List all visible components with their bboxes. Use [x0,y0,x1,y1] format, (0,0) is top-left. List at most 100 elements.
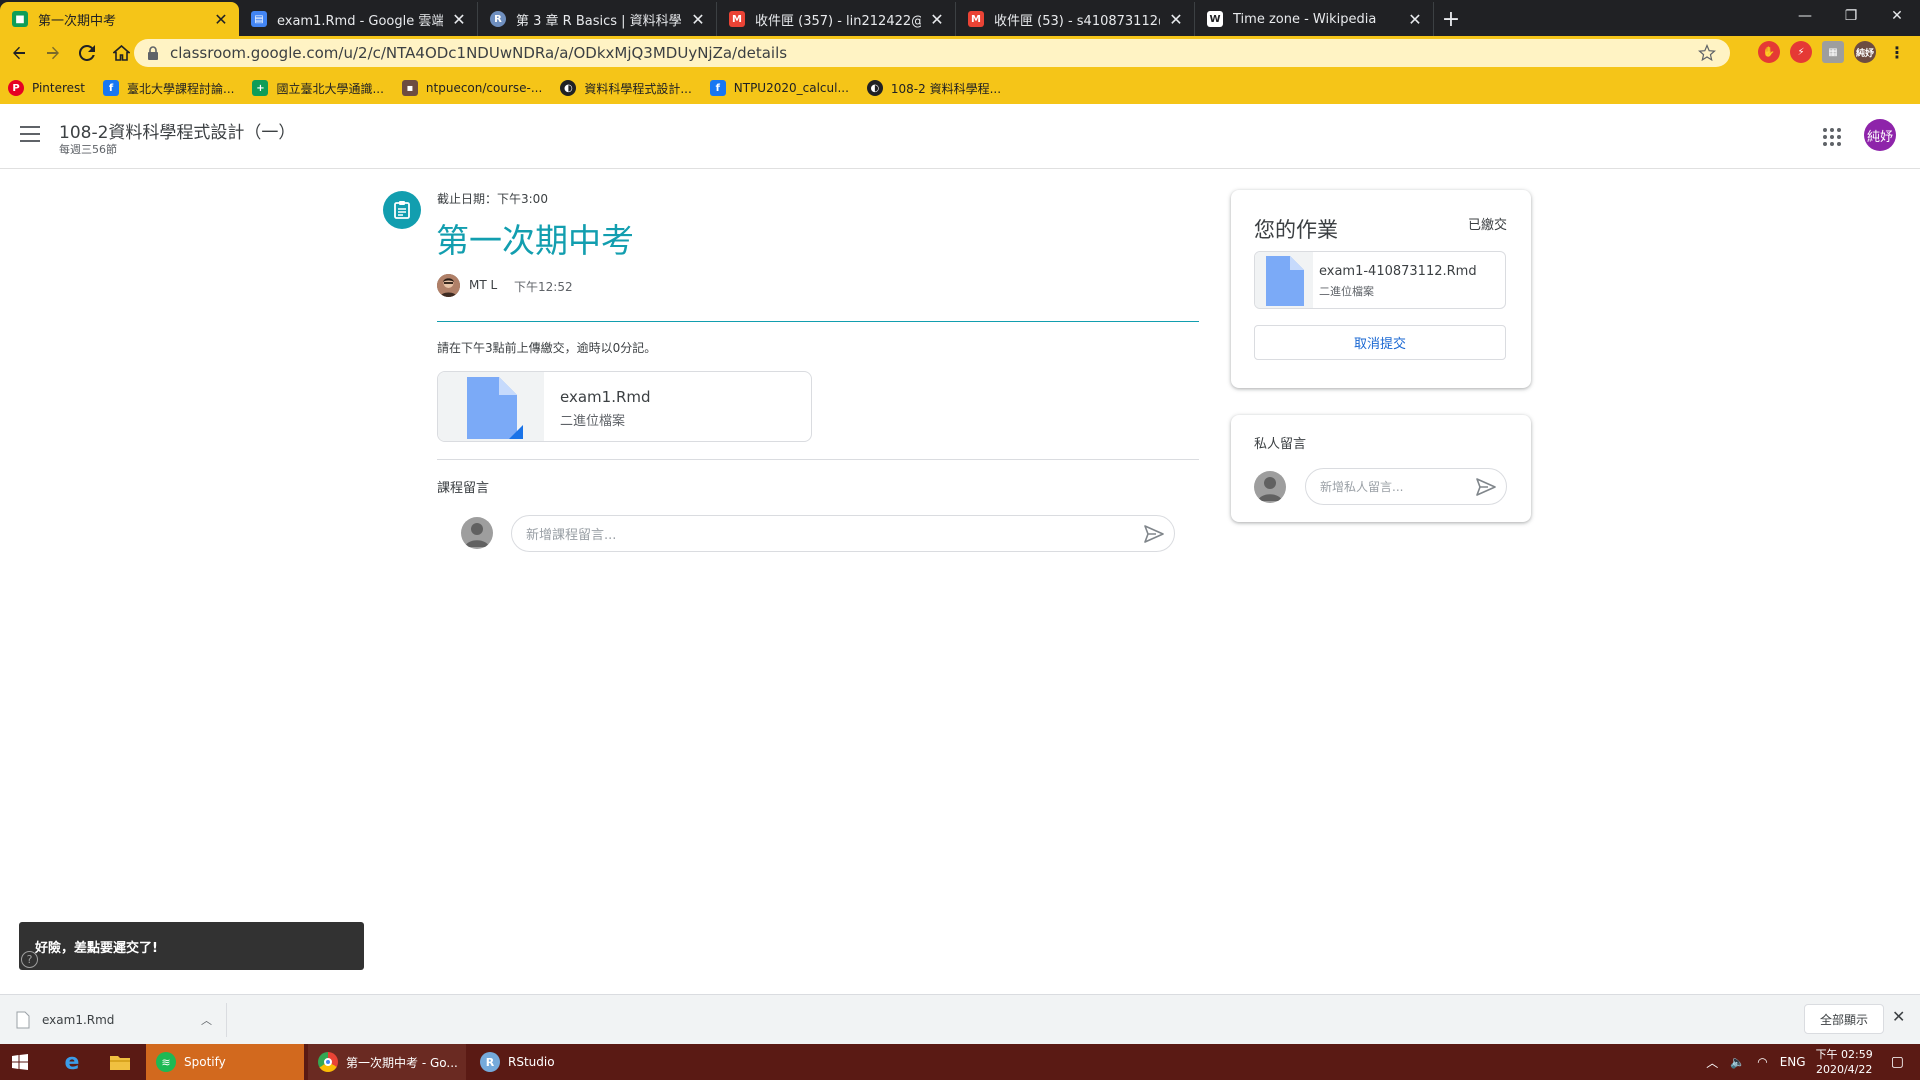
back-button[interactable] [4,38,34,68]
tab-wikipedia[interactable]: W Time zone - Wikipedia ✕ [1195,2,1434,36]
taskbar-app-spotify[interactable]: ≋ Spotify [146,1044,304,1080]
bookmark-ntpu-general[interactable]: + 國立臺北大學通識... [252,80,384,97]
file-icon [438,372,544,441]
close-tab-icon[interactable]: ✕ [213,10,229,29]
your-work-title: 您的作業 [1254,218,1338,242]
send-icon[interactable] [1476,478,1496,496]
tab-rbasics[interactable]: R 第 3 章 R Basics | 資料科學程式設計 ✕ [478,2,717,36]
taskbar-app-chrome[interactable]: 第一次期中考 - Go... [308,1044,466,1080]
new-tab-button[interactable]: + [1434,2,1468,36]
docs-icon: ▤ [251,11,267,27]
close-tab-icon[interactable]: ✕ [929,10,945,29]
wikipedia-icon: W [1207,11,1223,27]
close-tab-icon[interactable]: ✕ [451,10,467,29]
bookmark-108-2[interactable]: ◐ 108-2 資料科學程... [866,80,1001,97]
chevron-up-icon[interactable]: ︿ [1706,1054,1718,1071]
private-comment-input[interactable]: 新增私人留言... [1305,468,1507,505]
close-tab-icon[interactable]: ✕ [1407,10,1423,29]
pinterest-icon: P [8,80,24,96]
bookmark-calculus[interactable]: f NTPU2020_calcul... [709,80,849,96]
r-icon: R [490,11,506,27]
windows-taskbar: e ≋ Spotify 第一次期中考 - Go... R RStudio ︿ 🔈… [0,1044,1920,1080]
attachment-card[interactable]: exam1.Rmd 二進位檔案 [437,371,812,442]
menu-icon[interactable] [20,126,40,142]
tab-title: 收件匣 (357) - lin212422@gmail.com [755,13,921,29]
tab-title: Time zone - Wikipedia [1233,11,1377,27]
extensions: ✋ ⚡ ▦ 純妤 ⋮ [1758,41,1908,63]
download-item[interactable]: exam1.Rmd ︿ [16,1007,212,1033]
spotify-icon: ≋ [156,1052,176,1072]
file-explorer-icon[interactable] [100,1044,140,1080]
submitted-file-type: 二進位檔案 [1319,285,1374,298]
url-text: classroom.google.com/u/2/c/NTA4ODc1NDUwN… [170,44,788,62]
due-date: 截止日期：下午3:00 [437,192,548,206]
notification-icon[interactable]: ▢ [1891,1054,1904,1070]
lightning-extension-icon[interactable]: ⚡ [1790,41,1812,63]
attachment-name: exam1.Rmd [560,388,651,406]
home-button[interactable] [106,38,136,68]
download-file-name: exam1.Rmd [42,1013,115,1027]
reload-button[interactable] [72,38,102,68]
course-subtitle: 每週三56節 [59,143,117,156]
github-icon: ▪ [401,80,418,96]
bookmark-star-icon[interactable] [1698,44,1716,62]
tab-gmail-1[interactable]: M 收件匣 (357) - lin212422@gmail.com ✕ [717,2,956,36]
clock[interactable]: 下午 02:59 2020/4/22 [1816,1047,1873,1077]
tab-title: 收件匣 (53) - s410873112@gm.ntpu.edu.tw [994,13,1160,29]
browser-menu-icon[interactable]: ⋮ [1886,41,1908,63]
google-apps-icon[interactable] [1823,128,1841,146]
help-icon[interactable]: ? [21,951,38,968]
unsubmit-button[interactable]: 取消提交 [1254,325,1506,360]
nav-row: classroom.google.com/u/2/c/NTA4ODc1NDUwN… [0,36,1920,70]
submitted-file-name: exam1-410873112.Rmd [1319,264,1477,279]
restore-button[interactable]: ❐ [1828,0,1874,32]
divider [437,459,1199,460]
facebook-icon: f [103,80,120,96]
tab-gmail-2[interactable]: M 收件匣 (53) - s410873112@gm.ntpu.edu.tw ✕ [956,2,1195,36]
language-indicator[interactable]: ENG [1780,1055,1806,1069]
course-title[interactable]: 108-2資料科學程式設計（一） [59,118,295,143]
minimize-button[interactable]: — [1782,0,1828,32]
close-icon[interactable]: ✕ [1892,1007,1905,1026]
attachment-type: 二進位檔案 [560,414,626,429]
bookmark-ntpu-forum[interactable]: f 臺北大學課程討論... [103,80,234,97]
adblock-extension-icon[interactable]: ✋ [1758,41,1780,63]
account-avatar[interactable]: 純妤 [1864,119,1896,151]
assignment-icon [383,191,421,229]
system-tray: ︿ 🔈 ◠ ENG 下午 02:59 2020/4/22 ▢ [1706,1044,1920,1080]
bookmark-data-science[interactable]: ◐ 資料科學程式設計... [560,80,692,97]
snackbar: 好險，差點要遲交了! [19,922,364,970]
clock-date: 2020/4/22 [1815,1063,1873,1076]
tab-drive[interactable]: ▤ exam1.Rmd - Google 雲端硬碟 ✕ [239,2,478,36]
wifi-icon[interactable]: ◠ [1757,1055,1767,1069]
bookmark-pinterest[interactable]: P Pinterest [8,80,85,96]
chevron-up-icon[interactable]: ︿ [201,1012,212,1028]
class-comment-placeholder: 新增課程留言... [526,528,617,543]
show-all-button[interactable]: 全部顯示 [1804,1004,1884,1034]
tab-title: 第 3 章 R Basics | 資料科學程式設計 [516,13,682,29]
edge-icon[interactable]: e [52,1044,92,1080]
chrome-icon [318,1052,338,1072]
teacher-name: MT L [469,278,498,292]
divider [226,1003,227,1037]
profile-avatar[interactable]: 純妤 [1854,41,1876,63]
clock-time: 下午 02:59 [1815,1048,1873,1061]
class-comment-input[interactable]: 新增課程留言... [511,515,1175,552]
taskbar-app-label: RStudio [508,1055,555,1069]
posted-time: 下午12:52 [514,280,573,294]
windows-start-icon[interactable] [0,1044,40,1080]
address-bar[interactable]: classroom.google.com/u/2/c/NTA4ODc1NDUwN… [134,39,1730,67]
close-tab-icon[interactable]: ✕ [690,10,706,29]
forward-button[interactable] [38,38,68,68]
volume-icon[interactable]: 🔈 [1730,1055,1745,1069]
close-tab-icon[interactable]: ✕ [1168,10,1184,29]
translate-extension-icon[interactable]: ▦ [1822,41,1844,63]
tab-classroom[interactable]: ■ 第一次期中考 ✕ [0,2,239,36]
bookmark-ntpuecon[interactable]: ▪ ntpuecon/course-... [401,80,542,96]
taskbar-app-rstudio[interactable]: R RStudio [470,1044,628,1080]
gmail-icon: M [729,11,745,27]
send-icon[interactable] [1144,525,1164,543]
submitted-file-card[interactable]: exam1-410873112.Rmd 二進位檔案 [1254,251,1506,309]
close-window-button[interactable]: ✕ [1874,0,1920,32]
private-comment-placeholder: 新增私人留言... [1320,480,1404,494]
